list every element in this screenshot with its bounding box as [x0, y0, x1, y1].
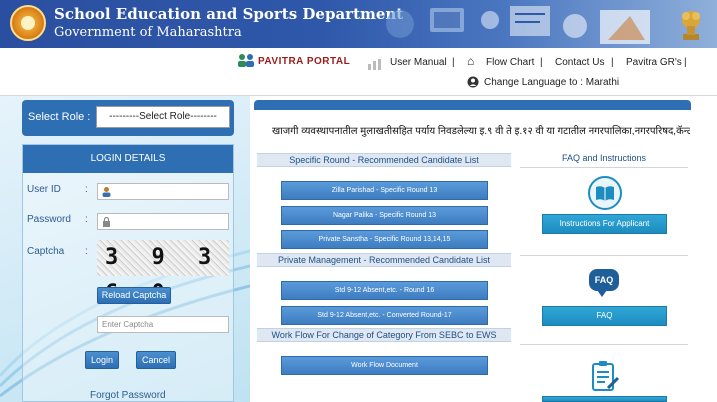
maharashtra-emblem-icon	[10, 5, 46, 41]
nav-separator: |	[684, 57, 687, 68]
nav-separator: |	[452, 57, 455, 68]
private-management-heading: Private Management - Recommended Candida…	[257, 253, 511, 267]
workflow-heading: Work Flow For Change of Category From SE…	[257, 328, 511, 342]
forgot-password-link[interactable]: Forgot Password	[90, 390, 166, 401]
pavitra-grs-link[interactable]: Pavitra GR's	[626, 57, 682, 68]
contact-us-link[interactable]: Contact Us	[555, 57, 604, 68]
divider	[520, 255, 688, 256]
zilla-parishad-round-link[interactable]: Zilla Parishad - Specific Round 13	[281, 181, 488, 200]
password-input[interactable]	[97, 213, 229, 230]
select-role-label: Select Role :	[28, 111, 91, 123]
select-role-box: Select Role : ---------Select Role------…	[22, 100, 234, 136]
faq-button[interactable]: FAQ	[542, 306, 667, 326]
reload-captcha-button[interactable]: Reload Captcha	[97, 287, 171, 304]
private-sanstha-round-link[interactable]: Private Sanstha - Specific Round 13,14,1…	[281, 230, 488, 249]
colon: :	[85, 214, 88, 225]
specific-round-heading: Specific Round - Recommended Candidate L…	[257, 153, 511, 167]
colon: :	[85, 184, 88, 195]
workflow-document-link[interactable]: Work Flow Document	[281, 356, 488, 375]
pavitra-portal-link[interactable]: PAVITRA PORTAL	[258, 56, 350, 67]
instructions-for-applicant-button[interactable]: Instructions For Applicant	[542, 214, 667, 234]
login-details-heading: LOGIN DETAILS	[23, 145, 233, 173]
user-id-input[interactable]	[97, 183, 229, 200]
std-9-12-round-16-link[interactable]: Std 9-12 Absent,etc. - Round 16	[281, 281, 488, 300]
education-banner-art-icon	[386, 6, 650, 44]
main-content-topbar	[254, 100, 691, 110]
captcha-label: Captcha	[27, 246, 65, 257]
ashoka-emblem-icon	[682, 11, 700, 40]
lock-icon	[103, 216, 110, 227]
flow-chart-link[interactable]: Flow Chart	[486, 57, 534, 68]
government-subtitle: Government of Maharashtra	[54, 25, 242, 40]
captcha-image: 3 9 3 6 0	[97, 240, 229, 306]
home-icon: ⌂	[467, 54, 475, 68]
login-button[interactable]: Login	[85, 351, 119, 369]
cancel-button[interactable]: Cancel	[136, 351, 176, 369]
notepad-checklist-icon	[592, 361, 620, 391]
select-role-dropdown[interactable]: ---------Select Role--------	[96, 106, 230, 128]
book-icon	[588, 176, 622, 210]
user-id-label: User ID	[27, 184, 61, 195]
top-navigation: PAVITRA PORTAL User Manual | ⌂ Flow Char…	[0, 48, 717, 96]
user-manual-link[interactable]: User Manual	[390, 57, 447, 68]
divider	[520, 167, 688, 168]
nagar-palika-round-link[interactable]: Nagar Palika - Specific Round 13	[281, 206, 488, 225]
faq-bubble-icon: FAQ	[589, 269, 619, 291]
news-ticker[interactable]: खाजगी व्यवस्थापनातील मुलाखतीसहित पर्याय …	[272, 123, 690, 137]
people-group-icon	[238, 54, 254, 67]
user-circle-icon	[467, 76, 479, 88]
password-label: Password	[27, 214, 71, 225]
manual-chart-icon	[368, 59, 381, 70]
faq-bubble-tail-icon	[597, 290, 607, 297]
std-9-12-round-17-link[interactable]: Std 9-12 Absent,etc. - Converted Round-1…	[281, 306, 488, 325]
department-title: School Education and Sports Department	[54, 5, 404, 23]
site-header: School Education and Sports Department G…	[0, 0, 717, 48]
next-section-button[interactable]	[542, 396, 667, 402]
captcha-input[interactable]: Enter Captcha	[97, 316, 229, 333]
nav-separator: |	[540, 57, 543, 68]
user-icon	[102, 187, 111, 197]
colon: :	[85, 246, 88, 257]
nav-separator: |	[611, 57, 614, 68]
faq-instructions-heading: FAQ and Instructions	[561, 153, 647, 163]
divider	[520, 344, 688, 345]
change-language-link[interactable]: Change Language to : Marathi	[484, 77, 619, 88]
